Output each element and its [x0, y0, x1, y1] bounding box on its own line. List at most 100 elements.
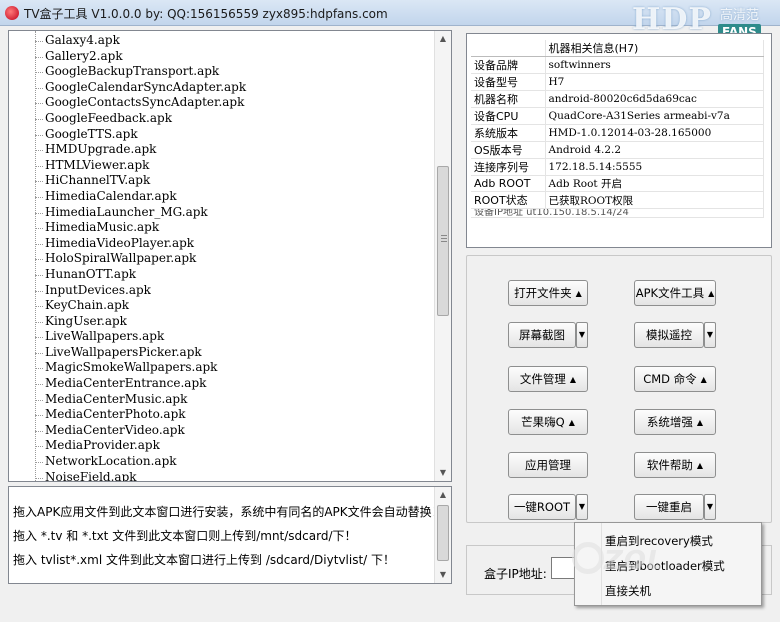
apk-list-item[interactable]: MagicSmokeWallpapers.apk [35, 360, 246, 376]
info-value: QuadCore-A31Series armeabi-v7a [545, 107, 764, 125]
device-info-row: 机器名称 android-80020c6d5da69cac [471, 90, 764, 108]
apk-list-item[interactable]: InputDevices.apk [35, 283, 246, 299]
reboot-dropdown-icon[interactable]: ▼ [704, 494, 716, 520]
device-info-row: OS版本号 Android 4.2.2 [471, 141, 764, 159]
drop-area-scrollbar[interactable]: ▲ ▼ [434, 487, 451, 583]
cmd-button[interactable]: CMD 命令 ▲ [634, 366, 716, 392]
instruction-tvlist: 拖入 tvlist*.xml 文件到此文本窗口进行上传到 /sdcard/Diy… [13, 553, 396, 567]
apk-list-item[interactable]: MediaCenterPhoto.apk [35, 407, 246, 423]
apk-list-item[interactable]: MediaProvider.apk [35, 438, 246, 454]
apk-list-item[interactable]: LiveWallpapers.apk [35, 329, 246, 345]
apk-list-item[interactable]: HMDUpgrade.apk [35, 142, 246, 158]
scroll-down-icon[interactable]: ▼ [435, 567, 451, 583]
apk-list-item[interactable]: HimediaMusic.apk [35, 220, 246, 236]
info-key: 连接序列号 [471, 158, 546, 176]
info-value: H7 [545, 73, 764, 91]
menu-item-reboot-recovery[interactable]: 重启到recovery模式 [605, 531, 713, 551]
apk-list-item[interactable]: HiChannelTV.apk [35, 173, 246, 189]
apk-list-item[interactable]: HoloSpiralWallpaper.apk [35, 251, 246, 267]
scroll-up-icon[interactable]: ▲ [435, 487, 451, 503]
apk-list-item[interactable]: HimediaVideoPlayer.apk [35, 236, 246, 252]
open-folder-button[interactable]: 打开文件夹 ▲ [508, 280, 588, 306]
apk-list-item[interactable]: GoogleCalendarSyncAdapter.apk [35, 80, 246, 96]
info-value: HMD-1.0.12014-03-28.165000 [545, 124, 764, 142]
ip-label: 盒子IP地址: [484, 567, 547, 581]
mango-button[interactable]: 芒果嗨Q ▲ [508, 409, 588, 435]
scroll-up-icon[interactable]: ▲ [435, 31, 451, 47]
apk-list-item[interactable]: MediaCenterVideo.apk [35, 423, 246, 439]
app-icon [5, 6, 19, 20]
apk-list-item[interactable]: GoogleBackupTransport.apk [35, 64, 246, 80]
info-key: 设备型号 [471, 73, 546, 91]
device-info-panel: 机器相关信息(H7) 设备品牌 softwinners 设备型号 H7 机器名称 andr… [466, 33, 772, 248]
device-info-row: 设备型号 H7 [471, 73, 764, 91]
apk-list-item[interactable]: Galaxy4.apk [35, 33, 246, 49]
root-dropdown-icon[interactable]: ▼ [576, 494, 588, 520]
info-value: android-80020c6d5da69cac [545, 90, 764, 108]
one-key-root-button[interactable]: 一键ROOT [508, 494, 576, 520]
scroll-thumb[interactable] [437, 505, 449, 561]
device-info-row: 连接序列号 172.18.5.14:5555 [471, 158, 764, 176]
one-key-reboot-button[interactable]: 一键重启 [634, 494, 704, 520]
logo-main: HDP [632, 2, 712, 37]
dropdown-arrow-icon: ▲ [575, 289, 582, 298]
device-info-table: 机器相关信息(H7) 设备品牌 softwinners 设备型号 H7 机器名称 andr… [471, 40, 764, 218]
info-value: softwinners [545, 56, 764, 74]
info-value: 已获取ROOT权限 [545, 191, 764, 209]
dropdown-arrow-icon: ▲ [696, 418, 704, 427]
apk-list-item[interactable]: GoogleFeedback.apk [35, 111, 246, 127]
remote-sim-button[interactable]: 模拟遥控 [634, 322, 704, 348]
scroll-down-icon[interactable]: ▼ [435, 465, 451, 481]
apk-list-item[interactable]: GoogleTTS.apk [35, 127, 246, 143]
menu-item-reboot-bootloader[interactable]: 重启到bootloader模式 [605, 556, 725, 576]
info-key: 机器名称 [471, 90, 546, 108]
apk-list-item[interactable]: KeyChain.apk [35, 298, 246, 314]
device-info-row: Adb ROOT Adb Root 开启 [471, 175, 764, 192]
info-key: 设备CPU [471, 107, 546, 125]
apk-list-scrollbar[interactable]: ▲ ▼ [434, 31, 451, 481]
info-key: OS版本号 [471, 141, 546, 159]
apk-list-item[interactable]: GoogleContactsSyncAdapter.apk [35, 95, 246, 111]
apk-list-panel[interactable]: Galaxy4.apk Gallery2.apk GoogleBackupTrans… [8, 30, 452, 482]
apk-list-item[interactable]: HimediaLauncher_MG.apk [35, 205, 246, 221]
device-info-row: 系统版本 HMD-1.0.12014-03-28.165000 [471, 124, 764, 142]
apk-list-item[interactable]: LiveWallpapersPicker.apk [35, 345, 246, 361]
logo-cn: 高清范 [720, 8, 760, 23]
info-key: Adb ROOT [471, 175, 546, 192]
info-key: 系统版本 [471, 124, 546, 142]
info-value: Android 4.2.2 [545, 141, 764, 159]
file-manager-button[interactable]: 文件管理 ▲ [508, 366, 588, 392]
instruction-tv-txt: 拖入 *.tv 和 *.txt 文件到此文本窗口则上传到/mnt/sdcard/… [13, 529, 357, 543]
action-button-group: 打开文件夹 ▲ APK文件工具 ▲ 屏幕截图 ▼ 模拟遥控 ▼ 文件管理 ▲ CMD … [466, 255, 772, 523]
screenshot-button[interactable]: 屏幕截图 [508, 322, 576, 348]
info-key: ROOT状态 [471, 191, 546, 209]
apk-list-item[interactable]: HunanOTT.apk [35, 267, 246, 283]
drop-text-area[interactable]: 拖入APK应用文件到此文本窗口进行安装，系统中有同名的APK文件会自动替换！ 拖… [8, 486, 452, 584]
screenshot-dropdown-icon[interactable]: ▼ [576, 322, 588, 348]
dropdown-arrow-icon: ▲ [696, 461, 704, 470]
apk-list-item[interactable]: NetworkLocation.apk [35, 454, 246, 470]
scroll-thumb[interactable] [437, 166, 449, 316]
apk-list-item[interactable]: MediaCenterMusic.apk [35, 392, 246, 408]
info-value: Adb Root 开启 [545, 175, 764, 192]
device-info-row: 设备品牌 softwinners [471, 56, 764, 74]
info-key: 设备品牌 [471, 56, 546, 74]
apk-list-item[interactable]: HTMLViewer.apk [35, 158, 246, 174]
device-info-row: ROOT状态 已获取ROOT权限 [471, 191, 764, 209]
apk-list-item[interactable]: KingUser.apk [35, 314, 246, 330]
menu-item-power-off[interactable]: 直接关机 [605, 581, 651, 601]
apk-tools-button[interactable]: APK文件工具 ▲ [634, 280, 716, 306]
dropdown-arrow-icon: ▲ [700, 375, 707, 384]
info-value: 172.18.5.14:5555 [545, 158, 764, 176]
remote-sim-dropdown-icon[interactable]: ▼ [704, 322, 716, 348]
apk-list-item[interactable]: Gallery2.apk [35, 49, 246, 65]
apk-list[interactable]: Galaxy4.apk Gallery2.apk GoogleBackupTrans… [35, 33, 246, 481]
instruction-apk: 拖入APK应用文件到此文本窗口进行安装，系统中有同名的APK文件会自动替换！ [13, 505, 444, 519]
software-help-button[interactable]: 软件帮助 ▲ [634, 452, 716, 478]
apk-list-item[interactable]: MediaCenterEntrance.apk [35, 376, 246, 392]
sys-enhance-button[interactable]: 系统增强 ▲ [634, 409, 716, 435]
apk-list-item[interactable]: HimediaCalendar.apk [35, 189, 246, 205]
apk-list-item[interactable]: NoiseField.apk [35, 470, 246, 481]
app-manager-button[interactable]: 应用管理 [508, 452, 588, 478]
window-title: TV盒子工具 V1.0.0.0 by: QQ:156156559 zyx895:… [24, 7, 388, 21]
